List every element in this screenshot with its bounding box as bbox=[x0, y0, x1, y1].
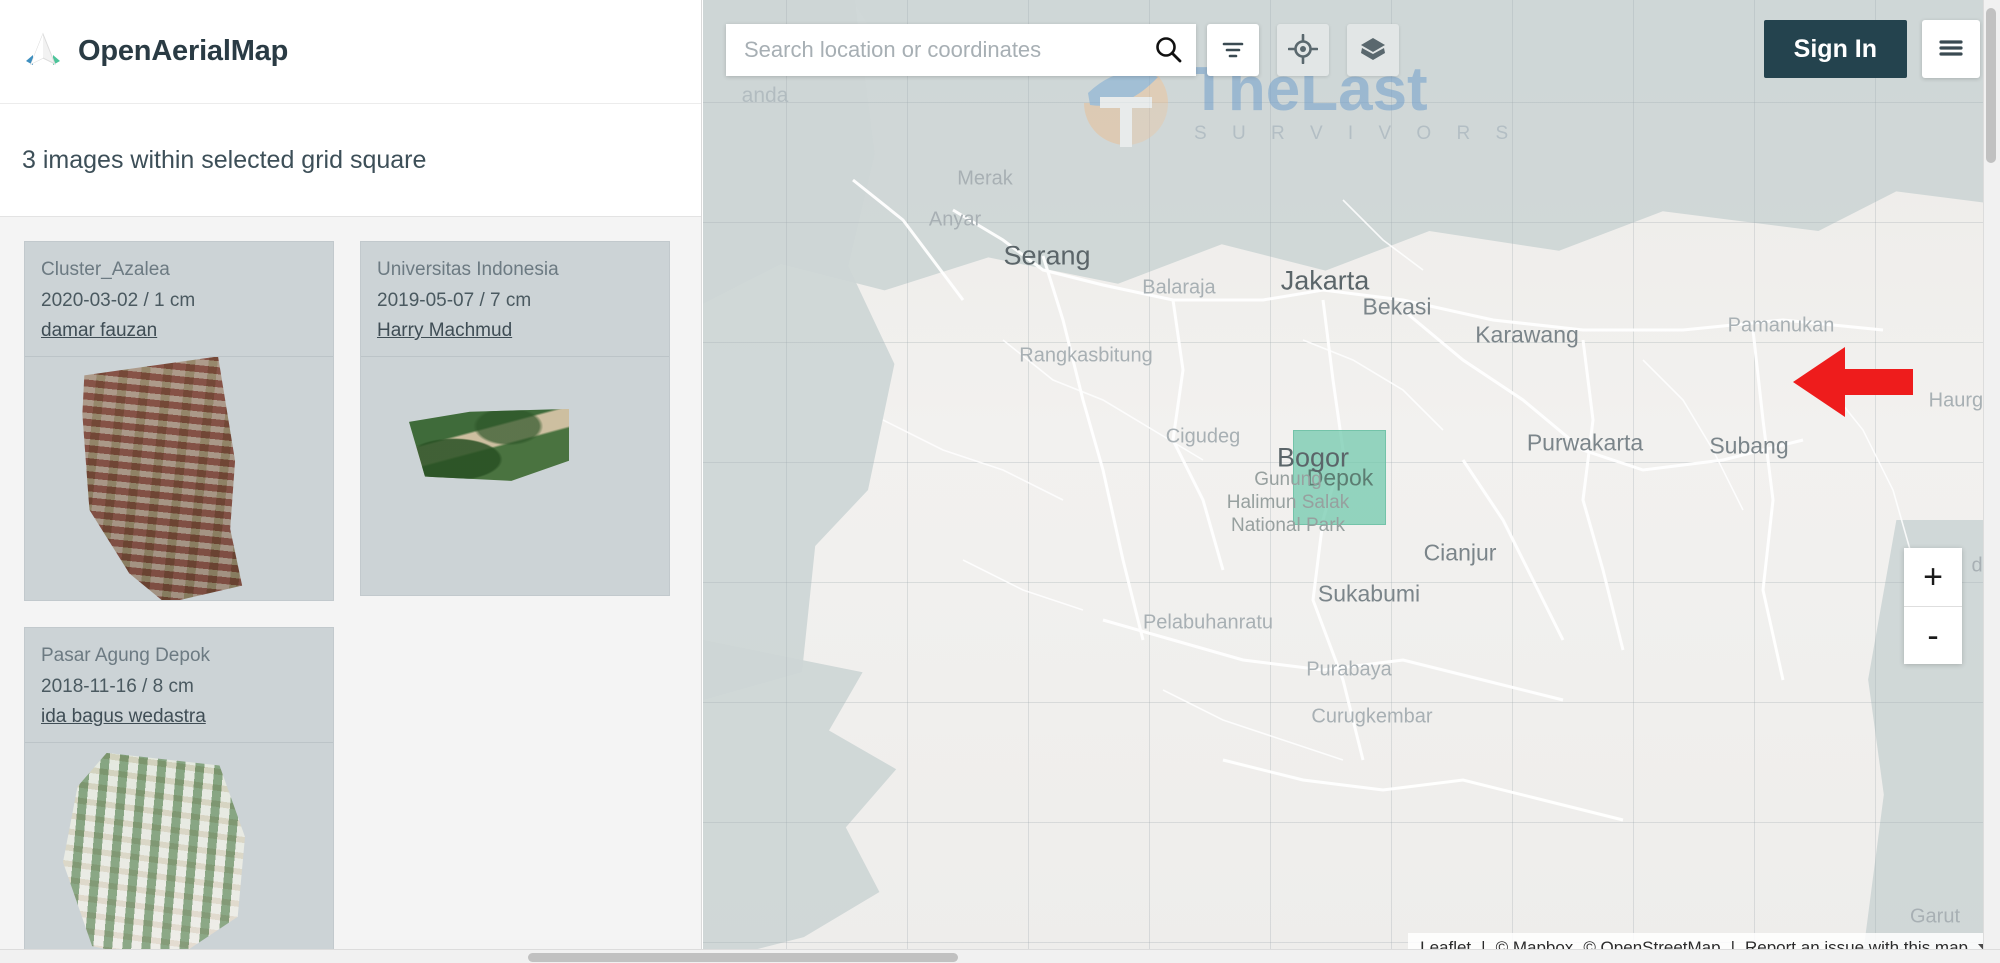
search-icon bbox=[1153, 34, 1183, 67]
search-button[interactable] bbox=[1140, 24, 1196, 76]
image-card[interactable]: Pasar Agung Depok 2018-11-16 / 8 cm ida … bbox=[24, 627, 334, 949]
sidebar-subheader: 3 images within selected grid square bbox=[0, 104, 701, 217]
locate-button[interactable] bbox=[1277, 24, 1329, 76]
zoom-in-button[interactable]: + bbox=[1904, 548, 1962, 606]
selected-grid-square-label: Depok bbox=[1306, 464, 1374, 491]
search-bar[interactable] bbox=[726, 24, 1196, 76]
filter-icon bbox=[1219, 35, 1247, 66]
image-card-thumbnail[interactable] bbox=[25, 741, 333, 949]
locate-crosshair-icon bbox=[1287, 33, 1319, 67]
image-card-info: Universitas Indonesia 2019-05-07 / 7 cm … bbox=[361, 242, 669, 356]
page-horizontal-scrollbar[interactable] bbox=[0, 949, 2000, 963]
image-card-meta: 2019-05-07 / 7 cm bbox=[377, 289, 532, 311]
paper-plane-logo-icon bbox=[22, 31, 64, 73]
zoom-controls[interactable]: + - bbox=[1904, 548, 1962, 664]
image-card-meta: 2018-11-16 / 8 cm bbox=[41, 675, 194, 697]
sidebar-header: OpenAerialMap bbox=[0, 0, 701, 104]
image-card-user-link[interactable]: damar fauzan bbox=[41, 320, 157, 342]
aerial-imagery-footprint bbox=[409, 408, 569, 481]
image-card-user-link[interactable]: Harry Machmud bbox=[377, 320, 512, 342]
sign-in-button[interactable]: Sign In bbox=[1763, 20, 1907, 78]
filter-button[interactable] bbox=[1207, 24, 1259, 76]
brand[interactable]: OpenAerialMap bbox=[22, 31, 288, 73]
image-card-title: Pasar Agung Depok bbox=[41, 645, 211, 666]
brand-name: OpenAerialMap bbox=[78, 35, 289, 67]
layers-icon bbox=[1358, 34, 1388, 67]
image-card-info: Cluster_Azalea 2020-03-02 / 1 cm damar f… bbox=[25, 242, 333, 356]
image-card-title: Cluster_Azalea bbox=[41, 259, 170, 280]
app-root: OpenAerialMap 3 images within selected g… bbox=[0, 0, 2000, 963]
map-canvas[interactable]: TheLast S U R V I V O R S Depok anda Mera… bbox=[703, 0, 2000, 963]
aerial-imagery-footprint bbox=[75, 356, 249, 600]
hamburger-menu-button[interactable] bbox=[1922, 20, 1980, 78]
aerial-imagery-footprint bbox=[63, 752, 245, 949]
image-card-user-link[interactable]: ida bagus wedastra bbox=[41, 706, 206, 728]
image-card-list: Cluster_Azalea 2020-03-02 / 1 cm damar f… bbox=[0, 217, 701, 949]
sidebar: OpenAerialMap 3 images within selected g… bbox=[0, 0, 702, 963]
page-horizontal-scrollbar-thumb[interactable] bbox=[528, 953, 958, 962]
image-card-info: Pasar Agung Depok 2018-11-16 / 8 cm ida … bbox=[25, 628, 333, 742]
layers-button[interactable] bbox=[1347, 24, 1399, 76]
image-card[interactable]: Universitas Indonesia 2019-05-07 / 7 cm … bbox=[360, 241, 670, 596]
image-card[interactable]: Cluster_Azalea 2020-03-02 / 1 cm damar f… bbox=[24, 241, 334, 601]
hamburger-menu-icon bbox=[1935, 32, 1967, 67]
zoom-out-button[interactable]: - bbox=[1904, 606, 1962, 664]
map-vertical-scrollbar[interactable] bbox=[1983, 0, 2000, 949]
map-vertical-scrollbar-thumb[interactable] bbox=[1986, 8, 1996, 163]
search-input[interactable] bbox=[726, 24, 1140, 76]
image-count-text: 3 images within selected grid square bbox=[22, 145, 427, 174]
image-card-thumbnail[interactable] bbox=[361, 355, 669, 595]
image-card-title: Universitas Indonesia bbox=[377, 259, 559, 280]
image-card-thumbnail[interactable] bbox=[25, 355, 333, 600]
image-card-meta: 2020-03-02 / 1 cm bbox=[41, 289, 196, 311]
